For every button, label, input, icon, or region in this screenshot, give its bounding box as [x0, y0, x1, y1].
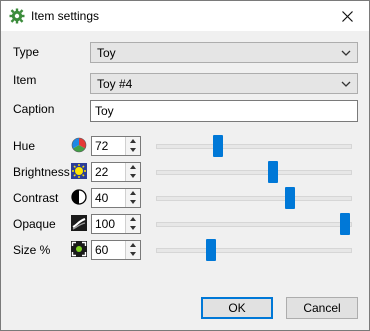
item-select[interactable]: Toy #4 [90, 73, 358, 94]
hue-slider[interactable] [156, 144, 352, 149]
opaque-label: Opaque [13, 217, 56, 231]
opaque-value: 100 [95, 217, 116, 231]
type-select[interactable]: Toy [90, 42, 358, 63]
hue-decrement-button[interactable] [126, 146, 140, 155]
contrast-slider[interactable] [156, 196, 352, 201]
size-slider-thumb[interactable] [205, 239, 216, 261]
brightness-slider[interactable] [156, 170, 352, 175]
close-icon [341, 10, 353, 22]
hue-slider-thumb[interactable] [213, 135, 224, 157]
opaque-slider-thumb[interactable] [340, 213, 350, 235]
title-bar: Item settings [1, 1, 369, 31]
ok-button[interactable]: OK [201, 297, 273, 319]
arrow-down-icon [130, 148, 136, 152]
opaque-spinbox[interactable]: 100 [91, 214, 141, 234]
arrow-down-icon [130, 252, 136, 256]
size-decrement-button[interactable] [126, 250, 140, 259]
close-button[interactable] [325, 1, 369, 31]
window-title: Item settings [31, 9, 100, 23]
arrow-up-icon [130, 139, 136, 143]
contrast-icon [71, 189, 87, 205]
opaque-decrement-button[interactable] [126, 224, 140, 233]
size-spinbox[interactable]: 60 [91, 240, 141, 260]
item-label: Item [13, 73, 37, 87]
size-value: 60 [95, 243, 109, 257]
item-settings-window: Item settings Type Toy Item Toy #4 Capti… [0, 0, 370, 331]
size-label: Size % [13, 243, 51, 257]
contrast-decrement-button[interactable] [126, 198, 140, 207]
hue-label: Hue [13, 139, 36, 153]
chevron-down-icon [341, 50, 351, 56]
brightness-value: 22 [95, 165, 109, 179]
arrow-up-icon [130, 191, 136, 195]
gear-icon [9, 8, 25, 24]
brightness-slider-thumb[interactable] [268, 161, 279, 183]
arrow-down-icon [130, 174, 136, 178]
chevron-down-icon [341, 81, 351, 87]
opacity-icon [71, 215, 87, 231]
brightness-label: Brightness [13, 165, 70, 179]
arrow-down-icon [130, 226, 136, 230]
size-slider[interactable] [156, 248, 352, 253]
type-label: Type [13, 45, 40, 59]
contrast-spinbox[interactable]: 40 [91, 188, 141, 208]
brightness-icon [71, 163, 87, 179]
type-select-value: Toy [97, 46, 116, 60]
arrow-up-icon [130, 217, 136, 221]
brightness-decrement-button[interactable] [126, 172, 140, 181]
opaque-slider[interactable] [156, 222, 352, 227]
color-wheel-icon [71, 137, 87, 153]
resize-icon [71, 241, 87, 257]
contrast-value: 40 [95, 191, 109, 205]
hue-spinbox[interactable]: 72 [91, 136, 141, 156]
item-select-value: Toy #4 [97, 77, 133, 91]
contrast-label: Contrast [13, 191, 59, 205]
arrow-up-icon [130, 243, 136, 247]
arrow-down-icon [130, 200, 136, 204]
caption-label: Caption [13, 102, 55, 116]
arrow-up-icon [130, 165, 136, 169]
cancel-button[interactable]: Cancel [286, 297, 358, 319]
contrast-slider-thumb[interactable] [284, 187, 295, 209]
hue-value: 72 [95, 139, 109, 153]
brightness-spinbox[interactable]: 22 [91, 162, 141, 182]
caption-input[interactable] [90, 100, 358, 122]
